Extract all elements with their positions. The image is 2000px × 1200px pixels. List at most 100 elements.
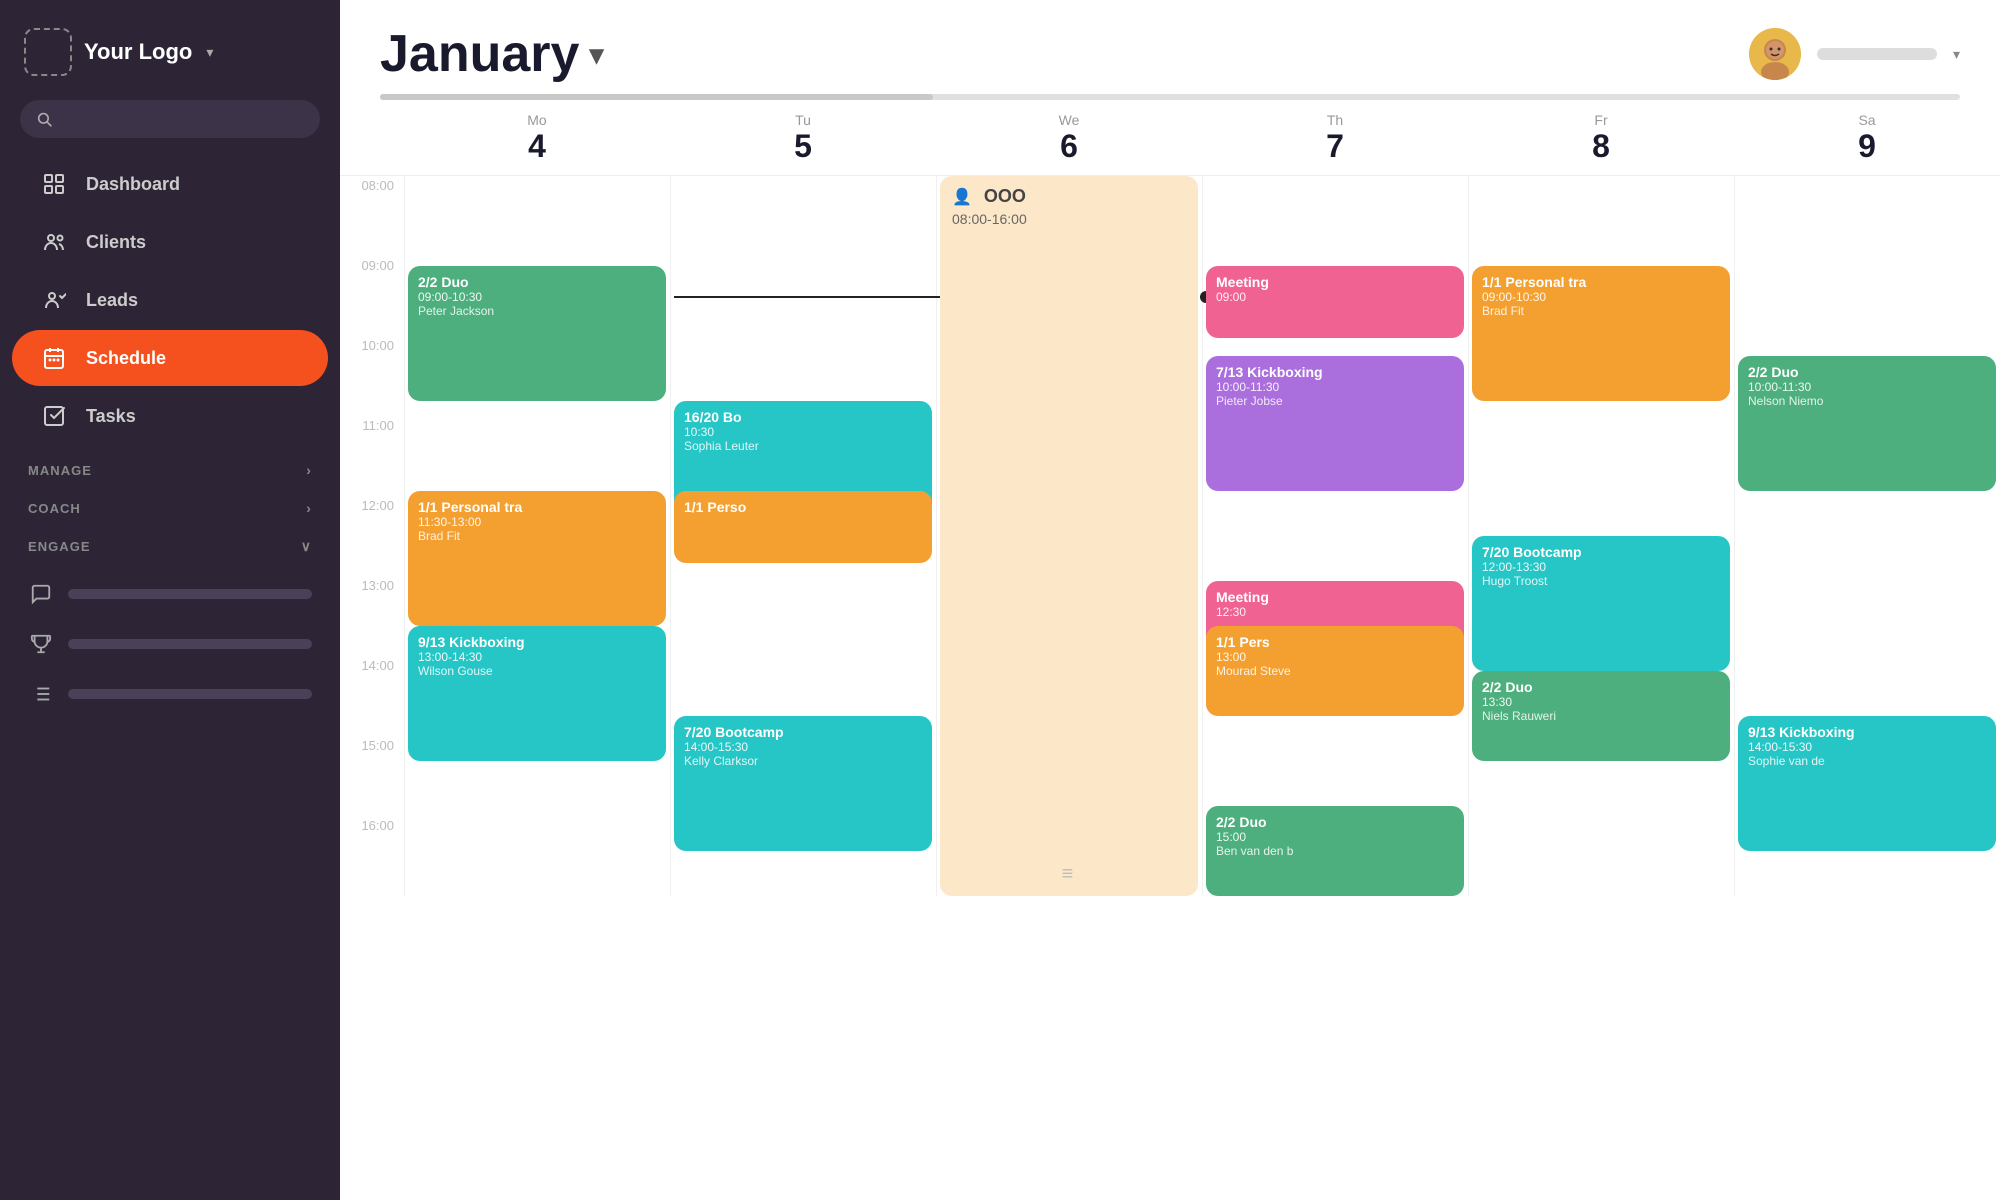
sidebar-item-dashboard[interactable]: Dashboard bbox=[12, 156, 328, 212]
day-col bbox=[936, 816, 1202, 896]
event-time: 10:00-11:30 bbox=[1748, 380, 1986, 394]
engage-items bbox=[0, 561, 340, 723]
main-nav: Dashboard Clients Leads Schedule Tasks bbox=[0, 154, 340, 446]
day-col bbox=[936, 176, 1202, 256]
engage-bar-trophy bbox=[68, 639, 312, 649]
event-title: 1/1 Personal tra bbox=[1482, 274, 1720, 290]
day-header-th: Th 7 bbox=[1202, 112, 1468, 175]
day-header-fr: Fr 8 bbox=[1468, 112, 1734, 175]
logo-box bbox=[24, 28, 72, 76]
event-card-ev6[interactable]: 7/20 Bootcamp14:00-15:30Kelly Clarksor bbox=[674, 716, 932, 851]
search-input[interactable] bbox=[62, 111, 304, 128]
time-label: 12:00 bbox=[340, 496, 404, 576]
time-label: 13:00 bbox=[340, 576, 404, 656]
event-person: Niels Rauweri bbox=[1482, 709, 1720, 723]
sidebar: Your Logo ▾ Dashboard Clients Leads bbox=[0, 0, 340, 1200]
event-card-ev10[interactable]: 1/1 Pers13:00Mourad Steve bbox=[1206, 626, 1464, 716]
event-card-ev3[interactable]: 9/13 Kickboxing13:00-14:30Wilson Gouse bbox=[408, 626, 666, 761]
day-col bbox=[1734, 576, 2000, 656]
event-time: 13:00-14:30 bbox=[418, 650, 656, 664]
event-time: 09:00-10:30 bbox=[1482, 290, 1720, 304]
event-card-ev7[interactable]: Meeting09:00 bbox=[1206, 266, 1464, 338]
schedule-label: Schedule bbox=[86, 348, 166, 369]
section-engage[interactable]: ENGAGE ∨ bbox=[0, 522, 340, 561]
event-card-ev11[interactable]: 2/2 Duo15:00Ben van den b bbox=[1206, 806, 1464, 896]
event-title: 7/20 Bootcamp bbox=[1482, 544, 1720, 560]
engage-bar-chat bbox=[68, 589, 312, 599]
day-col bbox=[936, 576, 1202, 656]
event-person: Mourad Steve bbox=[1216, 664, 1454, 678]
tasks-label: Tasks bbox=[86, 406, 136, 427]
event-title: 1/1 Personal tra bbox=[418, 499, 656, 515]
event-time: 11:30-13:00 bbox=[418, 515, 656, 529]
day-headers: Mo 4 Tu 5 We 6 Th 7 Fr 8 bbox=[340, 100, 2000, 176]
user-dropdown-arrow[interactable]: ▾ bbox=[1953, 46, 1960, 63]
day-header-tu: Tu 5 bbox=[670, 112, 936, 175]
day-col bbox=[1468, 416, 1734, 496]
event-person: Brad Fit bbox=[418, 529, 656, 543]
event-card-ev2[interactable]: 1/1 Personal tra11:30-13:00Brad Fit bbox=[408, 491, 666, 626]
avatar bbox=[1749, 28, 1801, 80]
day-col bbox=[936, 496, 1202, 576]
event-title: 9/13 Kickboxing bbox=[418, 634, 656, 650]
progress-bar-wrap bbox=[340, 84, 2000, 100]
day-col bbox=[1734, 256, 2000, 336]
logo-dropdown-arrow[interactable]: ▾ bbox=[206, 44, 213, 61]
section-manage[interactable]: MANAGE › bbox=[0, 446, 340, 484]
time-label: 15:00 bbox=[340, 736, 404, 816]
month-dropdown-arrow[interactable]: ▾ bbox=[589, 38, 603, 71]
day-col bbox=[670, 576, 936, 656]
time-col-header bbox=[340, 112, 404, 175]
event-time: 15:00 bbox=[1216, 830, 1454, 844]
event-time: 13:30 bbox=[1482, 695, 1720, 709]
event-title: 9/13 Kickboxing bbox=[1748, 724, 1986, 740]
month-label: January bbox=[380, 24, 579, 84]
event-card-ev15[interactable]: 2/2 Duo10:00-11:30Nelson Niemo bbox=[1738, 356, 1996, 491]
event-card-ev5[interactable]: 1/1 Perso bbox=[674, 491, 932, 563]
event-title: 7/13 Kickboxing bbox=[1216, 364, 1454, 380]
event-card-ev1[interactable]: 2/2 Duo09:00-10:30Peter Jackson bbox=[408, 266, 666, 401]
calendar-grid: Mo 4 Tu 5 We 6 Th 7 Fr 8 bbox=[340, 100, 2000, 1200]
day-col bbox=[936, 336, 1202, 416]
event-card-ev16[interactable]: 9/13 Kickboxing14:00-15:30Sophie van de bbox=[1738, 716, 1996, 851]
search-icon bbox=[36, 110, 52, 128]
event-title: 2/2 Duo bbox=[1216, 814, 1454, 830]
event-time: 14:00-15:30 bbox=[1748, 740, 1986, 754]
main-content: January ▾ ▾ bbox=[340, 0, 2000, 1200]
engage-item-list[interactable] bbox=[0, 669, 340, 719]
event-card-ev14[interactable]: 2/2 Duo13:30Niels Rauweri bbox=[1472, 671, 1730, 761]
day-col bbox=[936, 656, 1202, 736]
engage-item-chat[interactable] bbox=[0, 569, 340, 619]
day-col bbox=[1202, 736, 1468, 816]
day-col bbox=[670, 176, 936, 256]
section-coach[interactable]: COACH › bbox=[0, 484, 340, 522]
logo-area[interactable]: Your Logo ▾ bbox=[0, 0, 340, 96]
event-person: Ben van den b bbox=[1216, 844, 1454, 858]
day-col bbox=[404, 416, 670, 496]
sidebar-item-schedule[interactable]: Schedule bbox=[12, 330, 328, 386]
day-col bbox=[404, 176, 670, 256]
day-col bbox=[1734, 496, 2000, 576]
time-label: 11:00 bbox=[340, 416, 404, 496]
clients-icon bbox=[40, 228, 68, 256]
event-card-ev8[interactable]: 7/13 Kickboxing10:00-11:30Pieter Jobse bbox=[1206, 356, 1464, 491]
list-icon bbox=[28, 681, 54, 707]
sidebar-item-tasks[interactable]: Tasks bbox=[12, 388, 328, 444]
event-title: 7/20 Bootcamp bbox=[684, 724, 922, 740]
event-time: 10:00-11:30 bbox=[1216, 380, 1454, 394]
day-col bbox=[670, 256, 936, 336]
time-label: 14:00 bbox=[340, 656, 404, 736]
event-card-ev13[interactable]: 7/20 Bootcamp12:00-13:30Hugo Troost bbox=[1472, 536, 1730, 671]
event-person: Sophia Leuter bbox=[684, 439, 922, 453]
event-time: 13:00 bbox=[1216, 650, 1454, 664]
sidebar-item-clients[interactable]: Clients bbox=[12, 214, 328, 270]
event-person: Pieter Jobse bbox=[1216, 394, 1454, 408]
engage-item-trophy[interactable] bbox=[0, 619, 340, 669]
sidebar-item-leads[interactable]: Leads bbox=[12, 272, 328, 328]
event-person: Sophie van de bbox=[1748, 754, 1986, 768]
search-bar[interactable] bbox=[20, 100, 320, 138]
calendar-wrap: Mo 4 Tu 5 We 6 Th 7 Fr 8 bbox=[340, 100, 2000, 1200]
coach-chevron: › bbox=[306, 500, 312, 516]
event-card-ev12[interactable]: 1/1 Personal tra09:00-10:30Brad Fit bbox=[1472, 266, 1730, 401]
dashboard-icon bbox=[40, 170, 68, 198]
